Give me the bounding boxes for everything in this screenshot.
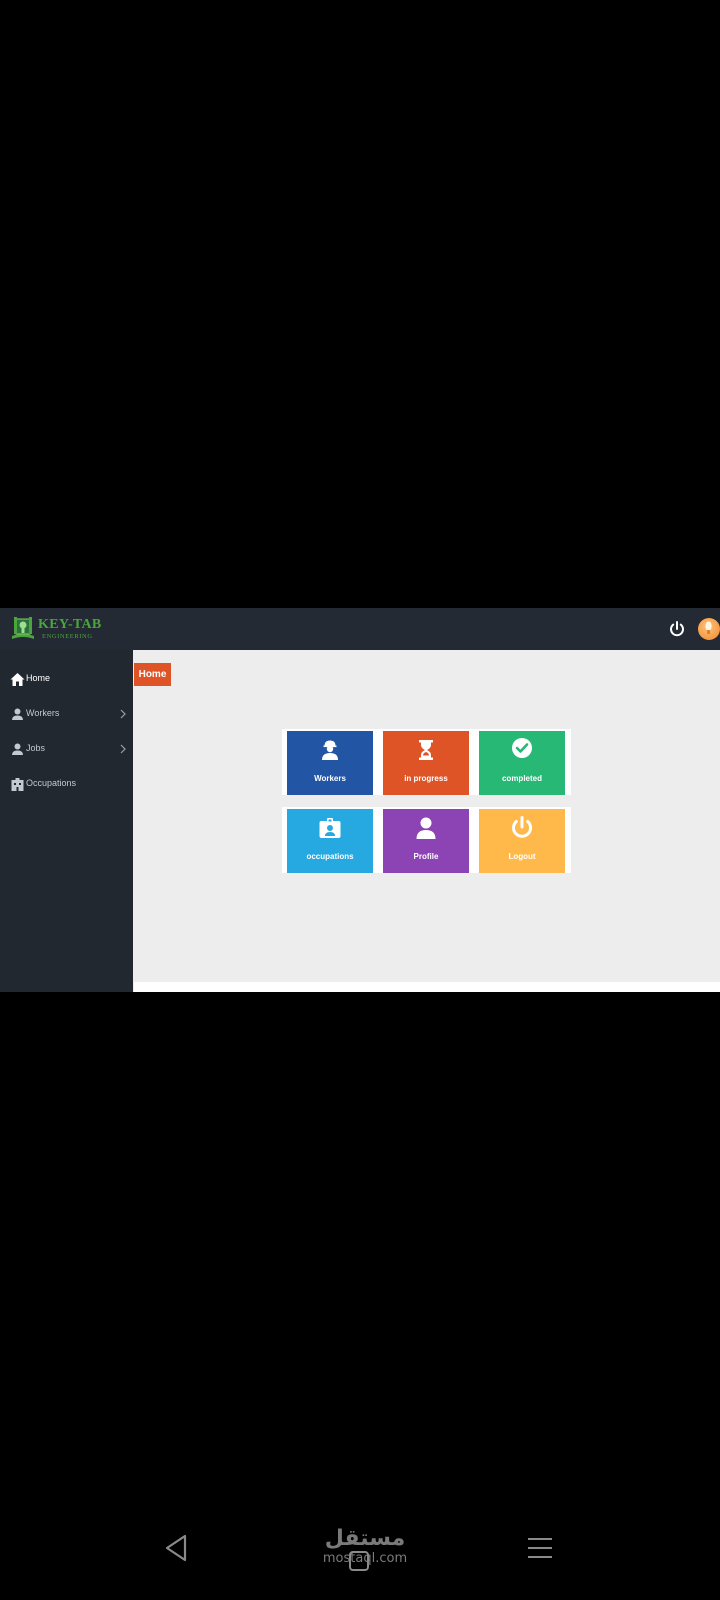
profile-tile[interactable]: Profile <box>383 809 469 873</box>
tile-label: Logout <box>508 852 536 861</box>
user-avatar[interactable] <box>698 618 720 640</box>
tile-row: Workers in progress completed <box>282 729 571 795</box>
system-navigation-bar: مستقل mostaql.com <box>0 1520 720 1590</box>
user-icon <box>12 708 23 720</box>
lightbulb-icon <box>705 621 712 634</box>
brand-logo[interactable]: KEY-TAB ENGINEERING <box>9 614 104 644</box>
sidebar-item-label: Jobs <box>26 743 46 753</box>
sidebar-item-occupations[interactable]: Occupations <box>0 770 133 800</box>
user-icon <box>416 817 436 839</box>
home-square-icon[interactable] <box>348 1550 370 1572</box>
tile-label: completed <box>501 774 542 783</box>
tile-label: occupations <box>306 852 354 861</box>
brand-title: KEY-TAB <box>38 617 102 632</box>
tile-row: occupations Profile Logout <box>282 807 571 873</box>
sidebar: Home Workers Jobs Occupations <box>0 650 133 992</box>
completed-tile[interactable]: completed <box>479 731 565 795</box>
content-footer <box>134 982 720 992</box>
sidebar-item-workers[interactable]: Workers <box>0 700 133 730</box>
sidebar-item-label: Home <box>26 673 51 683</box>
sidebar-item-jobs[interactable]: Jobs <box>0 735 133 765</box>
chevron-right-icon <box>120 709 126 719</box>
app-window: KEY-TAB ENGINEERING Home Workers Jobs Oc… <box>0 608 720 992</box>
menu-lines-icon[interactable] <box>527 1536 553 1560</box>
tile-label: in progress <box>404 774 448 783</box>
chevron-right-icon <box>120 744 126 754</box>
check-circle-icon <box>512 738 532 758</box>
sidebar-item-home[interactable]: Home <box>0 665 133 695</box>
power-icon[interactable] <box>668 620 686 638</box>
id-badge-icon <box>319 818 341 838</box>
user-icon <box>12 743 23 755</box>
sidebar-item-label: Occupations <box>26 778 77 788</box>
workers-tile[interactable]: Workers <box>287 731 373 795</box>
hourglass-icon <box>419 740 433 760</box>
home-icon <box>10 673 25 686</box>
top-bar: KEY-TAB ENGINEERING <box>0 608 720 650</box>
occupations-tile[interactable]: occupations <box>287 809 373 873</box>
back-triangle-icon[interactable] <box>163 1534 189 1562</box>
in-progress-tile[interactable]: in progress <box>383 731 469 795</box>
worker-icon <box>322 740 338 760</box>
tile-label: Profile <box>413 852 439 861</box>
logo-emblem-icon <box>12 617 34 639</box>
breadcrumb[interactable]: Home <box>134 663 171 686</box>
brand-subtitle: ENGINEERING <box>42 633 93 640</box>
tile-label: Workers <box>314 774 346 783</box>
logout-tile[interactable]: Logout <box>479 809 565 873</box>
building-icon <box>11 778 24 791</box>
sidebar-item-label: Workers <box>26 708 60 718</box>
power-icon <box>512 816 532 838</box>
